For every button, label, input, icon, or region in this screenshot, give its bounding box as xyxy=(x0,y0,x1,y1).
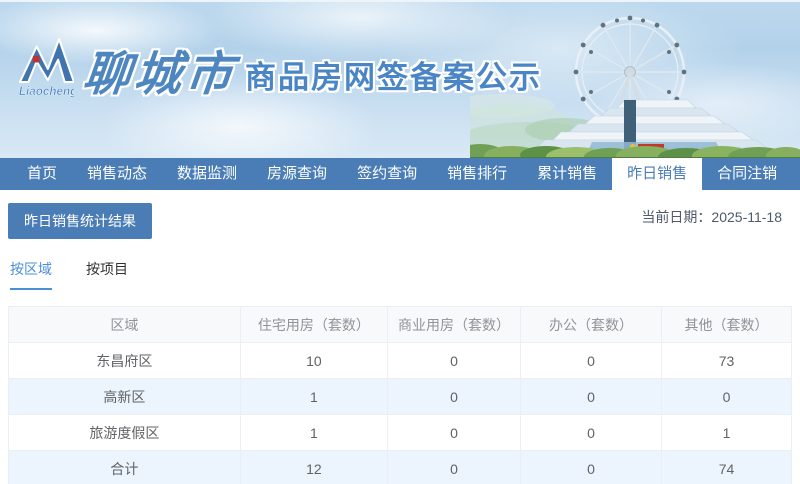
cell-other: 73 xyxy=(661,342,792,379)
cell-region: 东昌府区 xyxy=(8,342,241,379)
nav-item[interactable]: 数据监测 xyxy=(162,158,252,190)
table-header-row: 区域 住宅用房（套数） 商业用房（套数） 办公（套数） 其他（套数） xyxy=(8,306,792,343)
cell-office: 0 xyxy=(520,450,663,484)
table-header-cell: 商业用房（套数） xyxy=(386,306,522,343)
current-date: 当前日期：2025-11-18 xyxy=(641,203,792,227)
cell-residential: 1 xyxy=(239,378,388,415)
nav-item[interactable]: 合同注销 xyxy=(702,158,792,190)
tab[interactable]: 按区域 xyxy=(10,259,52,290)
cell-commercial: 0 xyxy=(386,378,522,415)
main-content: 昨日销售统计结果 当前日期：2025-11-18 按区域 按项目 区域 住宅用房… xyxy=(0,190,800,484)
cell-commercial: 0 xyxy=(386,342,522,379)
liaocheng-logo-icon: Liaocheng xyxy=(19,38,74,98)
cell-office: 0 xyxy=(520,378,663,415)
nav-item[interactable]: 签约查询 xyxy=(342,158,432,190)
cell-region: 高新区 xyxy=(8,378,241,415)
cell-region: 旅游度假区 xyxy=(8,414,241,451)
nav-item[interactable]: 昨日销售 xyxy=(612,158,703,190)
table-row: 旅游度假区 1 0 0 1 xyxy=(8,414,792,451)
yesterday-sales-result-button[interactable]: 昨日销售统计结果 xyxy=(8,203,152,239)
cell-residential: 1 xyxy=(239,414,388,451)
nav-item[interactable]: 房源查询 xyxy=(252,158,342,190)
sales-table-wrap: 区域 住宅用房（套数） 商业用房（套数） 办公（套数） 其他（套数） 东昌府区 xyxy=(8,306,792,484)
cell-region: 合计 xyxy=(8,450,241,484)
table-row: 高新区 1 0 0 0 xyxy=(8,378,792,415)
current-date-label: 当前日期： xyxy=(641,209,712,225)
nav-item[interactable]: 销售排行 xyxy=(432,158,522,190)
current-date-value: 2025-11-18 xyxy=(711,209,782,225)
cell-residential: 12 xyxy=(239,450,388,484)
city-name: 聊城市 xyxy=(80,46,240,100)
tab[interactable]: 按项目 xyxy=(86,259,128,290)
svg-text:Liaocheng: Liaocheng xyxy=(19,85,74,98)
table-header-cell: 其他（套数） xyxy=(661,306,792,343)
nav-item[interactable]: 累计销售 xyxy=(522,158,612,190)
view-tabs: 按区域 按项目 xyxy=(8,259,792,290)
cell-other: 1 xyxy=(661,414,792,451)
table-header-cell: 住宅用房（套数） xyxy=(239,306,388,343)
cell-other: 74 xyxy=(661,450,792,484)
main-nav: 首页 销售动态 数据监测 房源查询 签约查询 销售排行 累计销售 昨日销售 合同… xyxy=(0,158,800,190)
cell-office: 0 xyxy=(520,414,663,451)
table-header-cell: 区域 xyxy=(8,306,241,343)
cell-office: 0 xyxy=(520,342,663,379)
nav-item[interactable]: 首页 xyxy=(12,158,72,190)
header-banner: Liaocheng 聊城市 商品房网签备案公示 xyxy=(0,0,800,158)
table-row: 合计 12 0 0 74 xyxy=(8,450,792,484)
sales-by-region-table: 区域 住宅用房（套数） 商业用房（套数） 办公（套数） 其他（套数） 东昌府区 xyxy=(8,306,792,484)
header-brand: Liaocheng 聊城市 商品房网签备案公示 xyxy=(18,32,542,106)
table-row: 东昌府区 10 0 0 73 xyxy=(8,342,792,379)
cell-residential: 10 xyxy=(239,342,388,379)
cell-other: 0 xyxy=(661,378,792,415)
ferris-wheel-hotel-photo xyxy=(470,15,800,158)
cell-commercial: 0 xyxy=(386,414,522,451)
table-header-cell: 办公（套数） xyxy=(520,306,663,343)
nav-item[interactable]: 销售动态 xyxy=(72,158,162,190)
cell-commercial: 0 xyxy=(386,450,522,484)
